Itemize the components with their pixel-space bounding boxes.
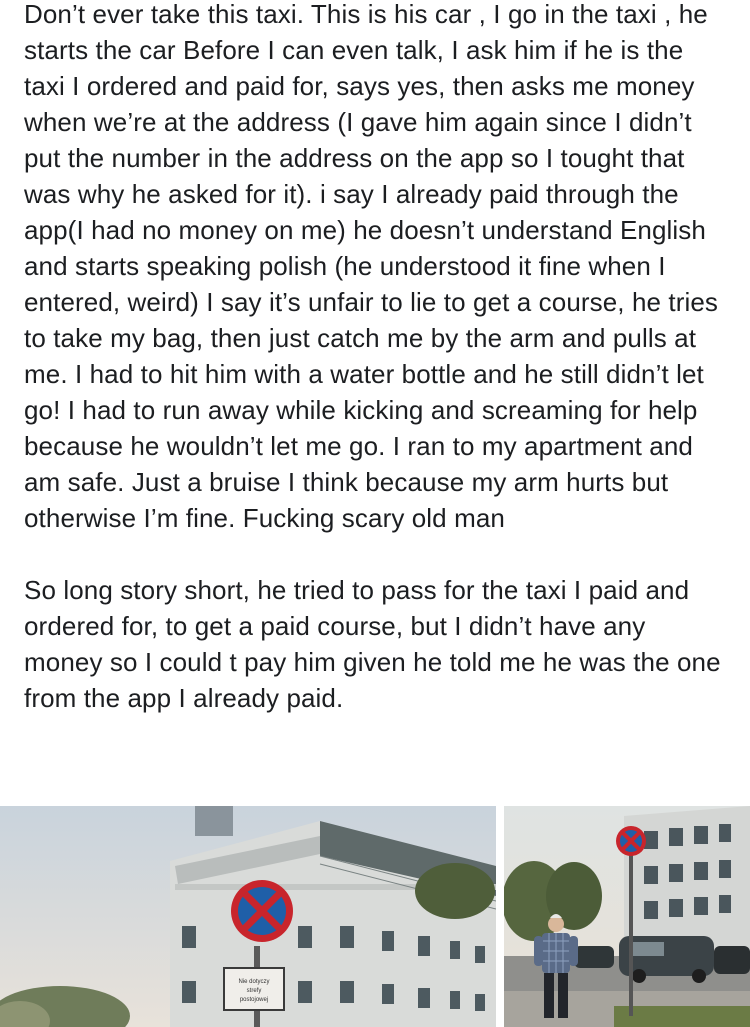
post-body: Don’t ever take this taxi. This is his c… xyxy=(24,0,729,716)
photo-grid: Nie dotyczy strefy postojowej xyxy=(0,806,750,1027)
sign-plate-text-2: strefy xyxy=(247,988,262,994)
post-paragraph-1: Don’t ever take this taxi. This is his c… xyxy=(24,0,726,533)
building-sign-image: Nie dotyczy strefy postojowej xyxy=(0,806,496,1027)
no-stopping-sign-icon xyxy=(231,880,293,942)
sign-plate-text-3: postojowej xyxy=(240,997,268,1003)
no-stopping-sign-icon xyxy=(616,826,646,856)
photo-street-man[interactable] xyxy=(504,806,750,1027)
sign-plate-text-1: Nie dotyczy xyxy=(238,979,269,985)
photo-building-sign[interactable]: Nie dotyczy strefy postojowej xyxy=(0,806,496,1027)
post-paragraph-2: So long story short, he tried to pass fo… xyxy=(24,575,728,713)
street-man-image xyxy=(504,806,750,1027)
